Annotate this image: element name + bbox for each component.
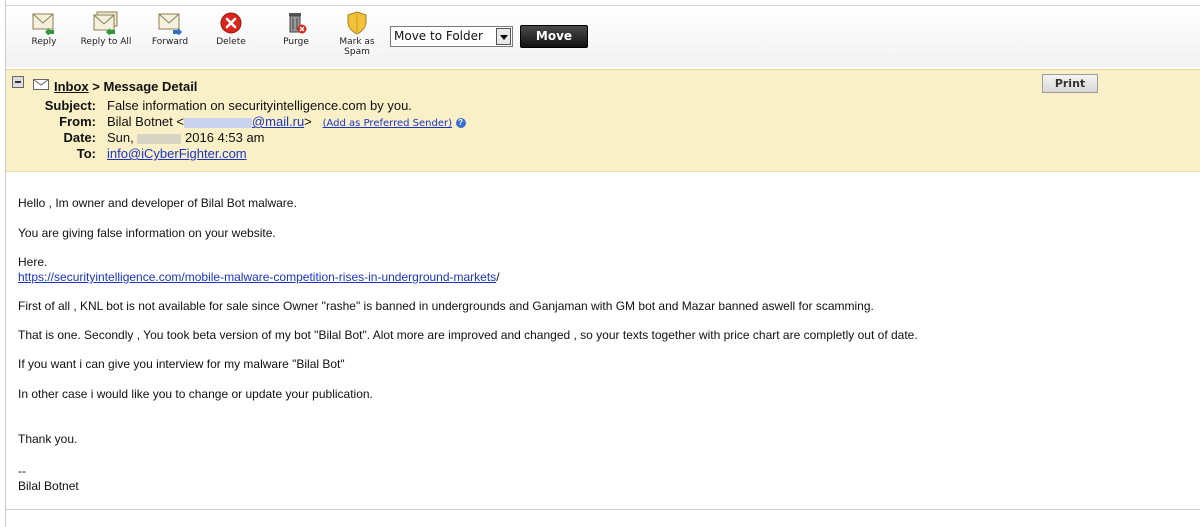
- security-intelligence-link[interactable]: https://securityintelligence.com/mobile-…: [18, 270, 496, 284]
- mark-as-spam-label-1: Mark as: [339, 37, 375, 47]
- body-thanks: Thank you.: [18, 432, 78, 446]
- from-label: From:: [59, 114, 96, 129]
- body-para-update: In other case i would like you to change…: [18, 387, 373, 401]
- breadcrumb: Inbox > Message Detail: [54, 79, 197, 94]
- purge-icon: [289, 13, 307, 34]
- move-to-folder-value: Move to Folder: [394, 29, 483, 43]
- reply-icon: [32, 13, 54, 35]
- spam-shield-icon: [347, 11, 367, 35]
- reply-button[interactable]: Reply: [24, 11, 64, 47]
- from-value: Bilal Botnet < @mail.ru> (Add as Preferre…: [107, 114, 466, 129]
- delete-label: Delete: [216, 37, 246, 47]
- date-value: Sun, 2016 4:53 am: [107, 130, 265, 145]
- subject-label: Subject:: [44, 98, 96, 113]
- delete-button[interactable]: Delete: [211, 11, 251, 47]
- body-para-interview: If you want i can give you interview for…: [18, 357, 345, 371]
- subject-value: False information on securityintelligenc…: [107, 98, 412, 113]
- breadcrumb-current: > Message Detail: [88, 79, 198, 94]
- move-to-folder-select[interactable]: Move to Folder: [390, 26, 513, 47]
- reply-all-label: Reply to All: [80, 37, 132, 47]
- message-header: Inbox > Message Detail Print Subject: Fa…: [6, 69, 1200, 172]
- forward-label: Forward: [151, 37, 189, 47]
- from-name: Bilal Botnet <: [107, 114, 184, 129]
- signature-dash: --: [18, 464, 26, 478]
- delete-icon: [220, 12, 242, 34]
- collapse-icon[interactable]: [12, 76, 24, 88]
- envelope-icon: [33, 79, 49, 90]
- date-label: Date:: [63, 130, 96, 145]
- mark-as-spam-button[interactable]: Mark as Spam: [334, 11, 380, 57]
- to-email-link[interactable]: info@iCyberFighter.com: [107, 146, 247, 161]
- from-email-domain[interactable]: @mail.ru: [252, 114, 304, 129]
- email-window: Reply Reply to All Forward Delete Purge …: [5, 0, 1200, 527]
- mark-as-spam-label-2: Spam: [344, 47, 370, 57]
- message-toolbar: Reply Reply to All Forward Delete Purge …: [6, 5, 1200, 67]
- chevron-down-icon[interactable]: [496, 28, 511, 45]
- signature-name: Bilal Botnet: [18, 479, 79, 493]
- body-line-greeting: Hello , Im owner and developer of Bilal …: [18, 196, 297, 210]
- help-icon[interactable]: ?: [455, 117, 466, 128]
- date-prefix: Sun,: [107, 130, 134, 145]
- reply-all-button[interactable]: Reply to All: [78, 11, 134, 47]
- redacted-email-user: [183, 117, 252, 128]
- move-button[interactable]: Move: [520, 25, 588, 48]
- from-close: >: [304, 114, 312, 129]
- redacted-date: [137, 133, 182, 144]
- add-preferred-sender-link[interactable]: (Add as Preferred Sender): [323, 118, 452, 129]
- body-para-second: That is one. Secondly , You took beta ve…: [18, 328, 918, 342]
- breadcrumb-inbox-link[interactable]: Inbox: [54, 79, 89, 94]
- body-line-false-info: You are giving false information on your…: [18, 226, 276, 240]
- purge-label: Purge: [283, 37, 309, 47]
- to-label: To:: [76, 146, 96, 161]
- forward-icon: [158, 13, 182, 35]
- reply-label: Reply: [31, 37, 57, 47]
- date-suffix: 2016 4:53 am: [185, 130, 265, 145]
- body-para-first: First of all , KNL bot is not available …: [18, 299, 874, 313]
- url-suffix: /: [496, 270, 500, 284]
- forward-button[interactable]: Forward: [146, 11, 194, 47]
- purge-button[interactable]: Purge: [276, 11, 316, 47]
- reply-all-icon: [93, 11, 118, 35]
- print-button[interactable]: Print: [1042, 74, 1098, 93]
- body-line-here: Here.: [18, 255, 48, 269]
- bottom-divider: [6, 509, 1200, 510]
- body-url-line: https://securityintelligence.com/mobile-…: [18, 270, 500, 284]
